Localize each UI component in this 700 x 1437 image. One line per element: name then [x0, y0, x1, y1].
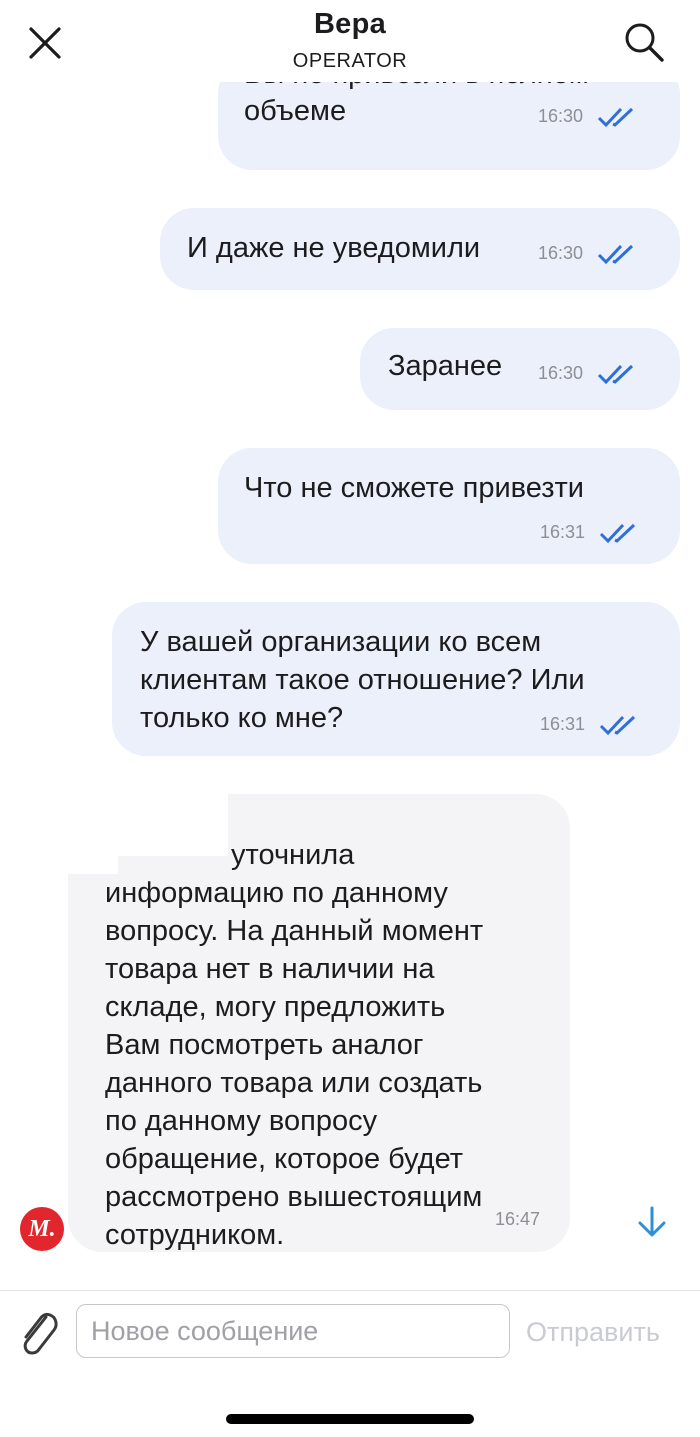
operator-name: Вера	[313, 8, 387, 40]
outgoing-message[interactable]: Заранее 16:30	[360, 328, 680, 410]
message-text: У вашей организации ко всем	[140, 626, 542, 658]
double-check-icon	[597, 107, 634, 127]
message-input[interactable]	[76, 1304, 510, 1358]
message-meta: 16:30	[538, 235, 643, 272]
search-icon[interactable]	[620, 18, 668, 66]
message-text: И даже не уведомили	[187, 232, 481, 264]
send-button[interactable]: Отправить	[526, 1317, 660, 1348]
message-time: 16:31	[540, 522, 586, 542]
double-check-icon	[597, 244, 634, 264]
operator-role: OPERATOR	[292, 50, 408, 72]
chat-header: Вера OPERATOR	[0, 0, 700, 82]
double-check-icon	[599, 523, 636, 543]
message-composer: Отправить	[0, 1290, 700, 1437]
outgoing-message[interactable]: Вы не привезли в полном объеме 16:30	[218, 82, 680, 170]
double-check-icon	[599, 715, 636, 735]
message-text: объеме	[244, 95, 347, 127]
message-time: 16:30	[538, 243, 584, 263]
message-list[interactable]: Вы не привезли в полном объеме 16:30 И д…	[0, 82, 700, 1282]
outgoing-message[interactable]: И даже не уведомили 16:30	[160, 208, 680, 290]
message-meta: 16:31	[540, 514, 645, 551]
outgoing-message[interactable]: У вашей организации ко всем клиентам так…	[112, 602, 680, 756]
message-text: информацию по данному вопросу. На данный…	[105, 877, 484, 1251]
home-indicator	[226, 1414, 474, 1424]
message-time: 16:47	[494, 1209, 540, 1229]
message-time: 16:31	[540, 714, 586, 734]
incoming-message[interactable]: уточнила информацию по данному вопросу. …	[68, 794, 570, 1252]
operator-avatar: М.	[20, 1207, 64, 1251]
outgoing-message[interactable]: Что не сможете привезти 16:31	[218, 448, 680, 564]
message-text: только ко мне?	[140, 702, 344, 734]
message-text: клиентам такое отношение? Или	[140, 664, 585, 696]
message-text: Что не сможете привезти	[244, 472, 584, 504]
message-meta: 16:30	[538, 98, 643, 135]
message-text: Заранее	[388, 350, 503, 382]
redacted-region	[68, 794, 118, 874]
message-time: 16:30	[538, 363, 584, 383]
message-meta: 16:31	[540, 706, 645, 743]
double-check-icon	[597, 364, 634, 384]
message-meta: 16:30	[538, 355, 643, 392]
message-time: 16:30	[538, 106, 584, 126]
paperclip-icon[interactable]	[14, 1305, 60, 1361]
scroll-down-arrow-icon[interactable]	[632, 1202, 672, 1242]
message-text-first-line: уточнила	[231, 839, 355, 871]
message-text: Вы не привезли в полном	[244, 82, 589, 93]
